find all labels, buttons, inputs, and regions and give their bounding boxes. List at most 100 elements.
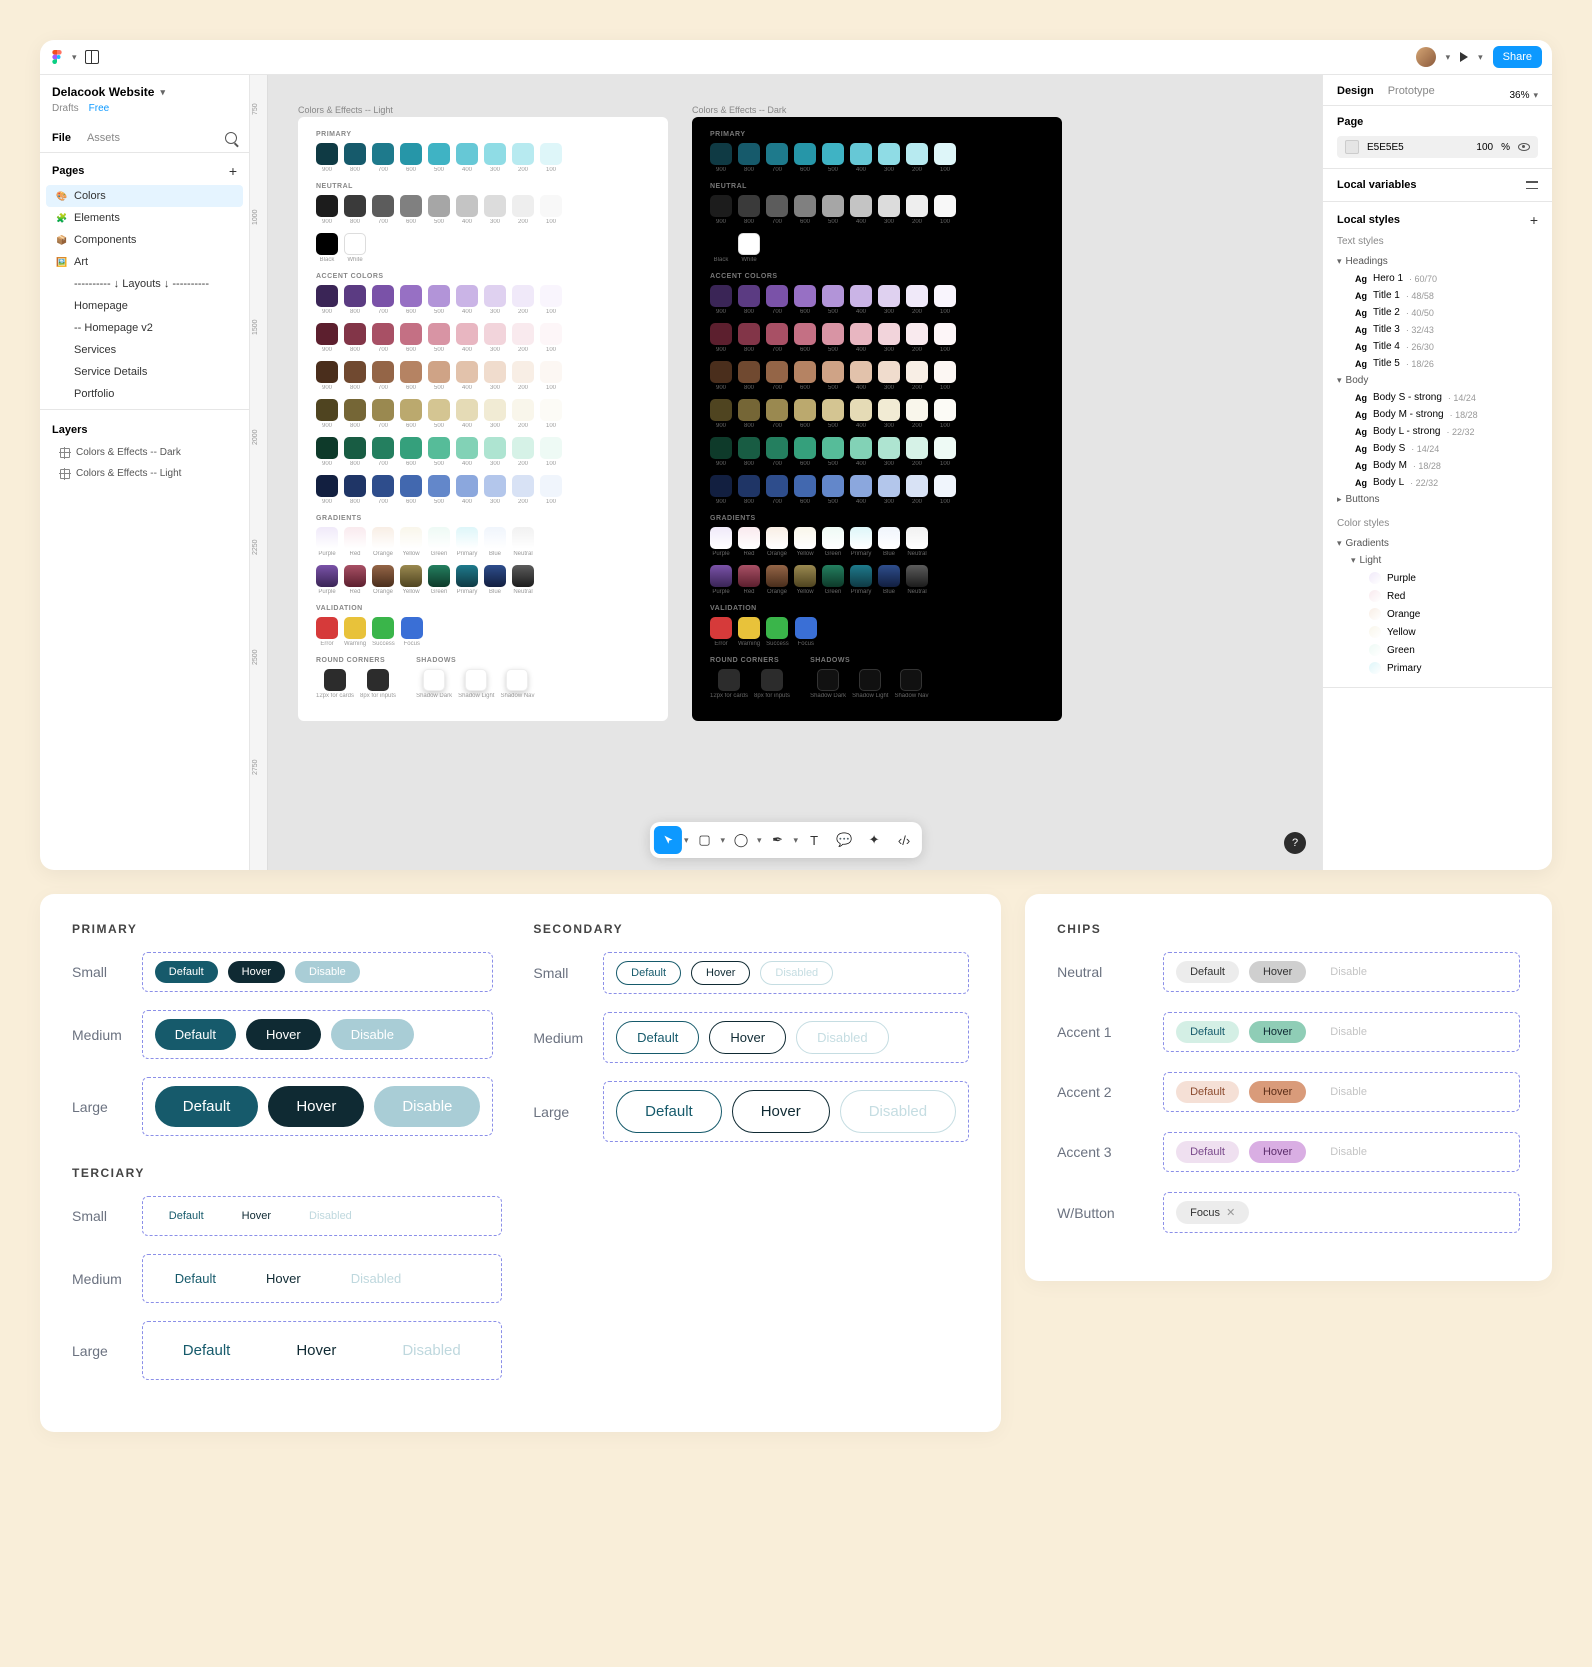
btn-terciary-default[interactable]: Default	[155, 1205, 218, 1227]
project-title[interactable]: Delacook Website▾	[40, 75, 249, 101]
move-tool[interactable]	[654, 826, 682, 854]
chip-a3-default[interactable]: Default	[1176, 1141, 1239, 1163]
bg-color-input[interactable]: E5E5E5 100 %	[1337, 136, 1538, 158]
text-style-item[interactable]: AgBody S - strong· 14/24	[1337, 389, 1538, 406]
tab-file[interactable]: File	[52, 124, 71, 152]
btn-primary-disabled: Disable	[295, 961, 360, 983]
text-tool[interactable]: T	[800, 826, 828, 854]
search-icon[interactable]	[225, 132, 237, 144]
btn-secondary-hover[interactable]: Hover	[691, 961, 750, 985]
close-icon[interactable]: ✕	[1226, 1206, 1235, 1219]
color-style-item[interactable]: Red	[1337, 587, 1538, 605]
canvas[interactable]: 750100015002000225025002750 Colors & Eff…	[250, 75, 1322, 870]
local-variables[interactable]: Local variables	[1337, 179, 1417, 191]
chip-neutral-hover[interactable]: Hover	[1249, 961, 1306, 983]
light-group[interactable]: ▾Light	[1337, 552, 1538, 569]
page-item[interactable]: 🎨Colors	[46, 185, 243, 207]
text-style-item[interactable]: AgBody M· 18/28	[1337, 457, 1538, 474]
text-style-item[interactable]: AgBody L· 22/32	[1337, 474, 1538, 491]
chip-focus[interactable]: Focus✕	[1176, 1201, 1249, 1224]
text-style-item[interactable]: AgHero 1· 60/70	[1337, 270, 1538, 287]
play-icon[interactable]	[1460, 52, 1468, 62]
btn-primary-hover[interactable]: Hover	[246, 1019, 321, 1050]
color-style-item[interactable]: Orange	[1337, 605, 1538, 623]
local-styles: Local styles	[1337, 214, 1400, 226]
page-item[interactable]: 🧩Elements	[40, 207, 249, 229]
btn-secondary-default[interactable]: Default	[616, 961, 681, 985]
chip-a1-default[interactable]: Default	[1176, 1021, 1239, 1043]
palette-light-frame[interactable]: PRIMARY900800700600500400300200100NEUTRA…	[298, 117, 668, 721]
add-page-icon[interactable]: +	[229, 163, 237, 179]
page-item[interactable]: 🖼️Art	[40, 251, 249, 273]
sliders-icon[interactable]	[1526, 179, 1538, 191]
page-section: Page	[1337, 116, 1538, 128]
btn-primary-default[interactable]: Default	[155, 961, 218, 983]
page-item[interactable]: Service Details	[40, 361, 249, 383]
page-item[interactable]: -- Homepage v2	[40, 317, 249, 339]
text-style-item[interactable]: AgTitle 4· 26/30	[1337, 338, 1538, 355]
page-item[interactable]: Services	[40, 339, 249, 361]
comment-tool[interactable]: 💬	[830, 826, 858, 854]
chip-a2-default[interactable]: Default	[1176, 1081, 1239, 1103]
gradients-group[interactable]: ▾Gradients	[1337, 535, 1538, 552]
chevron-down-icon[interactable]: ▾	[72, 52, 77, 63]
layer-item[interactable]: Colors & Effects -- Dark	[40, 442, 249, 463]
panel-toggle-icon[interactable]	[85, 50, 99, 64]
text-styles-label: Text styles	[1337, 236, 1538, 247]
chevron-down-icon[interactable]: ▾	[1446, 52, 1451, 63]
page-item[interactable]: 📦Components	[40, 229, 249, 251]
layer-item[interactable]: Colors & Effects -- Light	[40, 463, 249, 484]
size-small: Small	[72, 964, 122, 980]
ruler-vertical: 750100015002000225025002750	[250, 75, 268, 870]
visibility-icon[interactable]	[1518, 143, 1530, 151]
buttons-group[interactable]: ▸Buttons	[1337, 491, 1538, 508]
tab-design[interactable]: Design	[1337, 85, 1374, 105]
text-style-item[interactable]: AgTitle 5· 18/26	[1337, 355, 1538, 372]
color-style-item[interactable]: Primary	[1337, 659, 1538, 677]
avatar[interactable]	[1416, 47, 1436, 67]
btn-primary-default[interactable]: Default	[155, 1086, 259, 1127]
chevron-down-icon[interactable]: ▾	[1478, 52, 1483, 63]
text-style-item[interactable]: AgBody L - strong· 22/32	[1337, 423, 1538, 440]
frame-tool[interactable]: ▢	[690, 826, 718, 854]
tab-prototype[interactable]: Prototype	[1388, 85, 1435, 105]
chips-heading: CHIPS	[1057, 922, 1520, 936]
text-style-item[interactable]: AgBody S· 14/24	[1337, 440, 1538, 457]
chip-neutral-default[interactable]: Default	[1176, 961, 1239, 983]
btn-primary-default[interactable]: Default	[155, 1019, 236, 1050]
page-item[interactable]: Portfolio	[40, 383, 249, 405]
figma-logo-icon[interactable]	[50, 50, 64, 64]
zoom-selector[interactable]: 36%▾	[1509, 85, 1538, 105]
btn-primary-hover[interactable]: Hover	[228, 961, 285, 983]
text-style-item[interactable]: AgTitle 2· 40/50	[1337, 304, 1538, 321]
dev-tool[interactable]: ‹/›	[890, 826, 918, 854]
figma-app: ▾ ▾ ▾ Share Delacook Website▾ Drafts Fre…	[40, 40, 1552, 870]
headings-group[interactable]: ▾Headings	[1337, 253, 1538, 270]
plan-badge: Free	[89, 103, 110, 114]
page-item[interactable]: ---------- ↓ Layouts ↓ ----------	[40, 273, 249, 295]
left-sidebar: Delacook Website▾ Drafts Free File Asset…	[40, 75, 250, 870]
text-style-item[interactable]: AgTitle 1· 48/58	[1337, 287, 1538, 304]
text-style-item[interactable]: AgTitle 3· 32/43	[1337, 321, 1538, 338]
page-item[interactable]: Homepage	[40, 295, 249, 317]
help-button[interactable]: ?	[1284, 832, 1306, 854]
color-style-item[interactable]: Yellow	[1337, 623, 1538, 641]
drafts-label[interactable]: Drafts	[52, 103, 79, 114]
color-style-item[interactable]: Green	[1337, 641, 1538, 659]
palette-dark-frame[interactable]: PRIMARY900800700600500400300200100NEUTRA…	[692, 117, 1062, 721]
add-style-icon[interactable]: +	[1530, 212, 1538, 228]
frame-label[interactable]: Colors & Effects -- Light	[298, 105, 393, 115]
layers-header: Layers	[52, 424, 87, 436]
shape-tool[interactable]: ◯	[727, 826, 755, 854]
frame-label[interactable]: Colors & Effects -- Dark	[692, 105, 786, 115]
text-style-item[interactable]: AgBody M - strong· 18/28	[1337, 406, 1538, 423]
actions-tool[interactable]: ✦	[860, 826, 888, 854]
tab-assets[interactable]: Assets	[87, 124, 120, 152]
body-group[interactable]: ▾Body	[1337, 372, 1538, 389]
btn-primary-hover[interactable]: Hover	[268, 1086, 364, 1127]
pen-tool[interactable]: ✒	[764, 826, 792, 854]
share-button[interactable]: Share	[1493, 46, 1542, 68]
frame-icon	[60, 448, 70, 458]
btn-primary-disabled: Disable	[331, 1019, 414, 1050]
color-style-item[interactable]: Purple	[1337, 569, 1538, 587]
